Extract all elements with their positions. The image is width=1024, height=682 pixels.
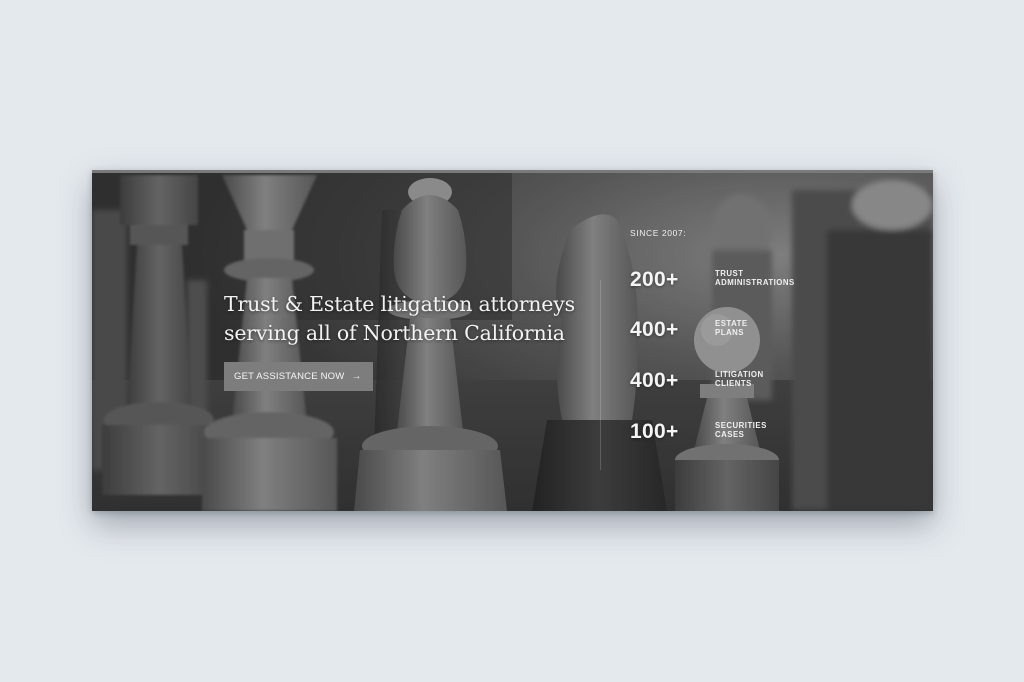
stat-label: SECURITIES CASES — [715, 421, 767, 439]
stats-divider — [600, 280, 601, 470]
since-label: SINCE 2007: — [630, 228, 687, 238]
stat-label-line1: ESTATE — [715, 319, 748, 328]
stat-label-line1: SECURITIES — [715, 421, 767, 430]
stat-label-line1: LITIGATION — [715, 370, 764, 379]
stat-label: LITIGATION CLIENTS — [715, 370, 764, 388]
stat-label-line2: CASES — [715, 430, 745, 439]
stat-label: ESTATE PLANS — [715, 319, 748, 337]
stat-label-line2: CLIENTS — [715, 379, 752, 388]
stat-label: TRUST ADMINISTRATIONS — [715, 269, 795, 287]
hero-headline-line1: Trust & Estate litigation attorneys — [224, 292, 575, 316]
stat-value: 200+ — [630, 268, 679, 291]
stat-value: 400+ — [630, 318, 679, 341]
page-canvas: Trust & Estate litigation attorneys serv… — [0, 0, 1024, 682]
stat-label-line1: TRUST — [715, 269, 744, 278]
hero-top-border — [92, 170, 933, 173]
hero-banner: Trust & Estate litigation attorneys serv… — [92, 170, 933, 511]
get-assistance-label: GET ASSISTANCE NOW — [234, 371, 345, 382]
stat-label-line2: ADMINISTRATIONS — [715, 278, 795, 287]
stat-litigation-clients: 400+ LITIGATION CLIENTS — [630, 369, 850, 401]
get-assistance-button[interactable]: GET ASSISTANCE NOW → — [224, 362, 373, 391]
stat-securities-cases: 100+ SECURITIES CASES — [630, 420, 850, 452]
arrow-right-icon: → — [351, 370, 362, 382]
stat-estate-plans: 400+ ESTATE PLANS — [630, 318, 850, 350]
hero-headline: Trust & Estate litigation attorneys serv… — [224, 290, 604, 348]
stat-trust-administrations: 200+ TRUST ADMINISTRATIONS — [630, 268, 850, 300]
hero-headline-line2: serving all of Northern California — [224, 321, 565, 345]
stat-value: 400+ — [630, 369, 679, 392]
stat-value: 100+ — [630, 420, 679, 443]
stat-label-line2: PLANS — [715, 328, 744, 337]
